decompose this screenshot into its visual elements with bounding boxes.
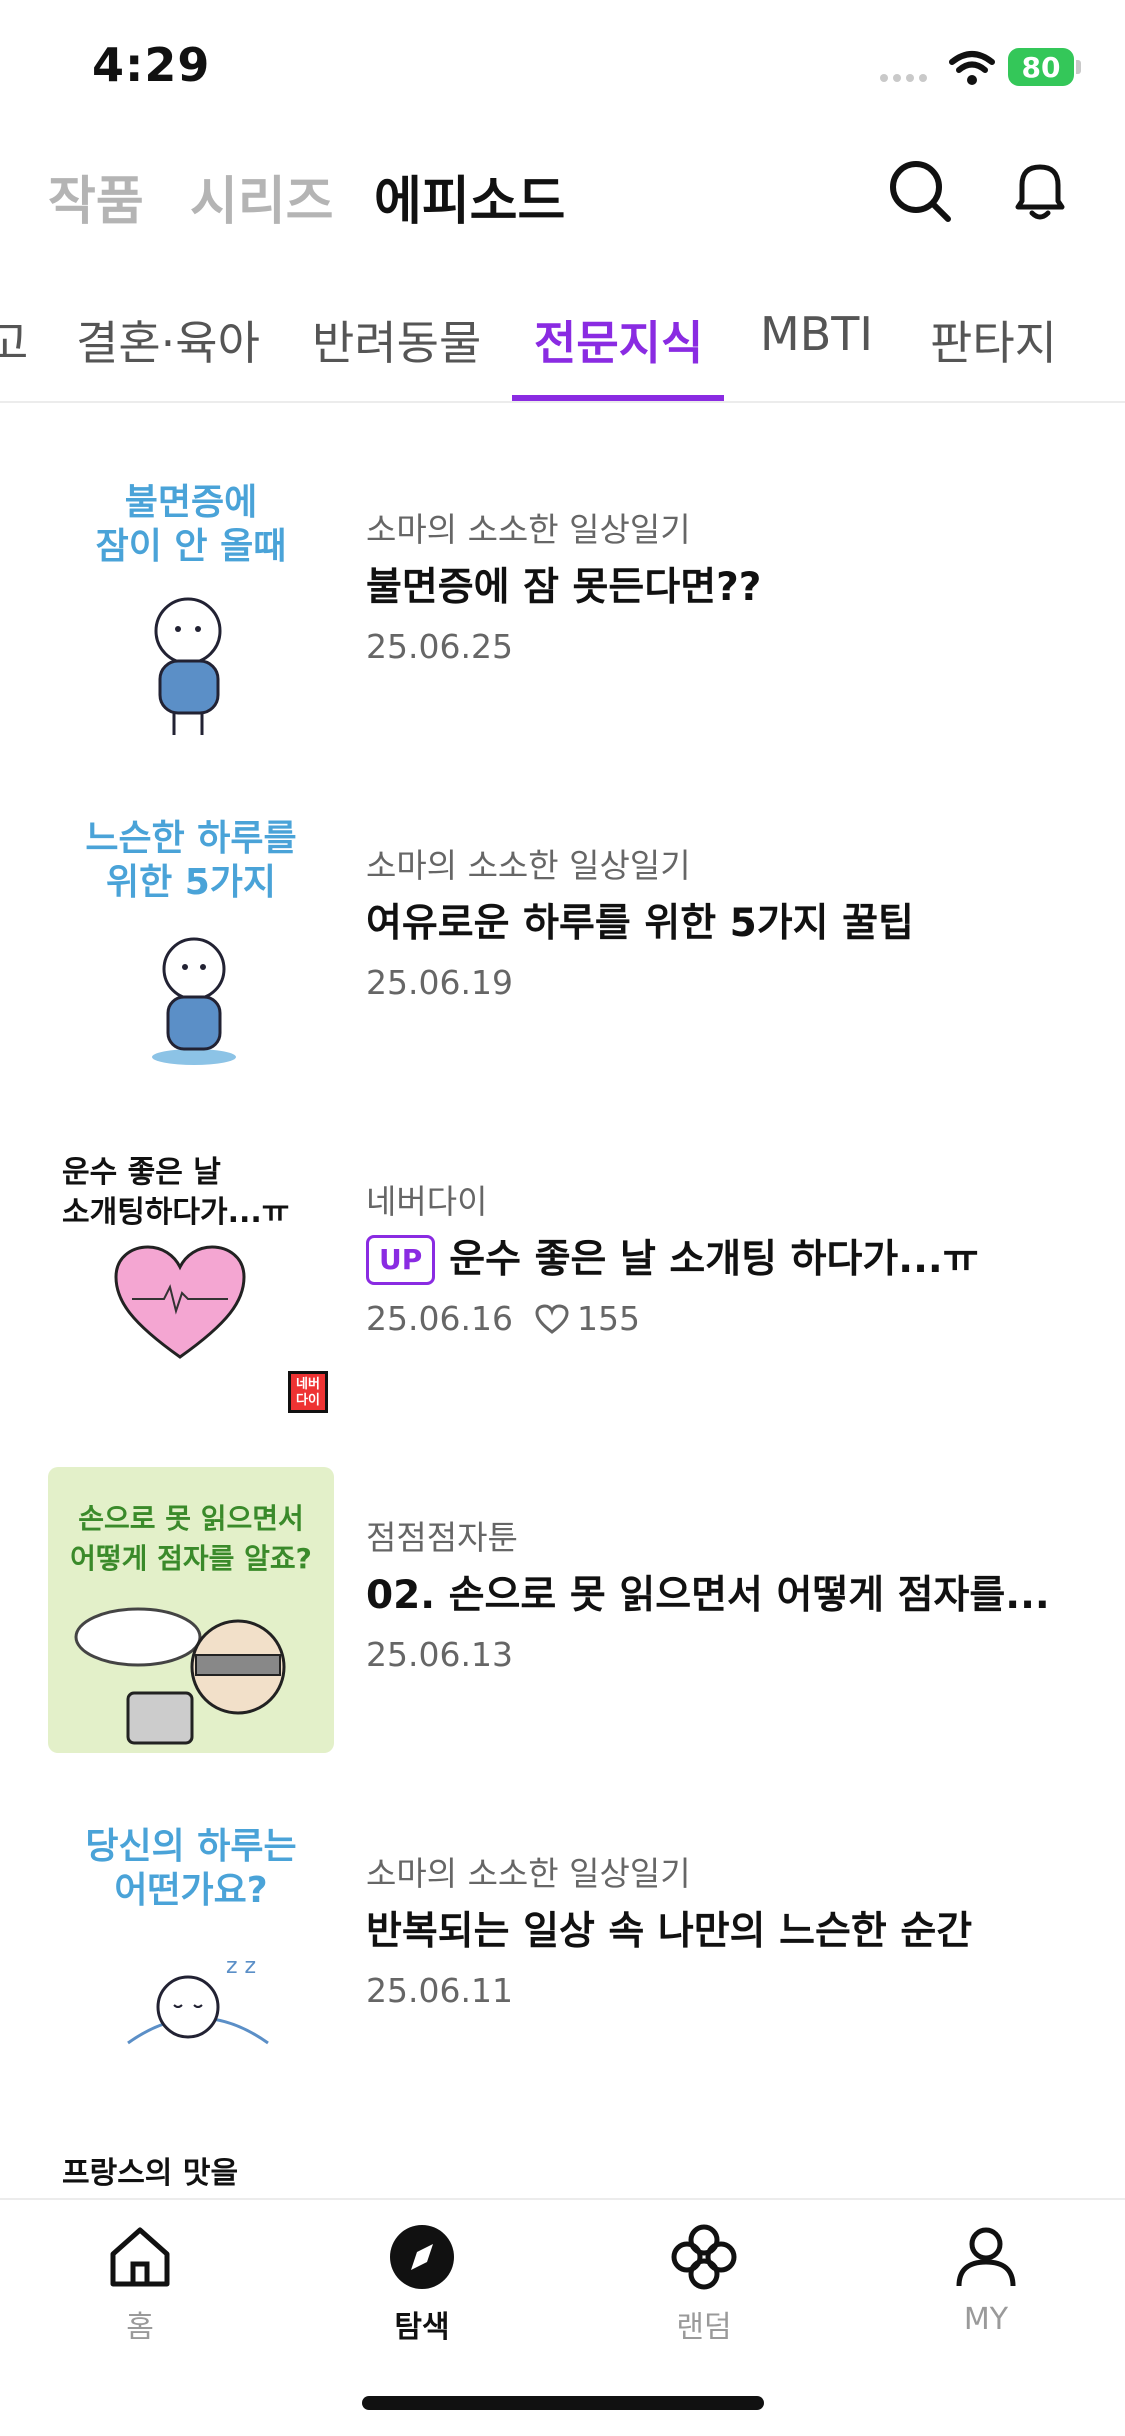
episode-date: 25.06.11 bbox=[366, 1971, 513, 2010]
search-icon[interactable] bbox=[884, 155, 956, 227]
episode-date: 25.06.13 bbox=[366, 1635, 513, 1674]
svg-text:z z: z z bbox=[226, 1954, 256, 1979]
episode-title: 02. 손으로 못 읽으면서 어떻게 점자를... bbox=[366, 1573, 1050, 1618]
status-time: 4:29 bbox=[92, 38, 211, 92]
thumbnail-caption: 손으로 못 읽으면서 어떻게 점자를 알죠? bbox=[70, 1502, 312, 1575]
publisher-stamp: 네버다이 bbox=[288, 1371, 328, 1413]
episode-thumbnail: 불면증에 잠이 안 올때 bbox=[48, 459, 334, 745]
character-illustration bbox=[74, 1607, 286, 1745]
like-count: 155 bbox=[535, 1293, 640, 1345]
episode-date: 25.06.25 bbox=[366, 627, 513, 666]
thumbnail-caption: 느슨한 하루를 위한 5가지 bbox=[85, 818, 297, 903]
header-tab-works[interactable]: 작품 bbox=[48, 159, 144, 234]
cellular-signal-icon bbox=[880, 74, 927, 82]
series-name: 소마의 소소한 일상일기 bbox=[366, 846, 691, 885]
episode-item[interactable]: 운수 좋은 날 소개팅하다가...ㅠ 네버다이 네버다이 UP 운수 좋은 날 … bbox=[0, 1075, 1125, 1413]
wifi-icon bbox=[949, 51, 995, 85]
episode-title: 운수 좋은 날 소개팅 하다가...ㅠ bbox=[449, 1237, 979, 1282]
thumbnail-caption: 운수 좋은 날 소개팅하다가...ㅠ bbox=[62, 1155, 290, 1230]
category-tab-marriage-parenting[interactable]: 결혼·육아 bbox=[76, 307, 260, 373]
like-count-value: 155 bbox=[576, 1299, 640, 1338]
app-header: 작품 시리즈 에피소드 bbox=[0, 135, 1125, 295]
header-tab-episodes[interactable]: 에피소드 bbox=[374, 159, 565, 234]
home-icon bbox=[110, 2227, 170, 2287]
thumbnail-caption: 당신의 하루는 어떤가요? bbox=[85, 1826, 297, 1911]
nav-my[interactable]: MY bbox=[916, 2222, 1056, 2337]
character-illustration bbox=[152, 937, 236, 1065]
episode-title: 여유로운 하루를 위한 5가지 꿀팁 bbox=[366, 901, 914, 946]
category-tabs: 고 결혼·육아 반려동물 전문지식 MBTI 판타지 bbox=[0, 295, 1125, 403]
episode-date: 25.06.16 bbox=[366, 1299, 513, 1338]
episode-item[interactable]: 손으로 못 읽으면서 어떻게 점자를 알죠? 점점점자툰 02. 손으로 못 읽… bbox=[0, 1411, 1125, 1753]
nav-explore-label: 탐색 bbox=[394, 2310, 450, 2345]
up-badge: UP bbox=[366, 1235, 436, 1285]
status-bar: 4:29 80 bbox=[0, 0, 1125, 135]
person-icon bbox=[956, 2227, 1016, 2287]
character-illustration bbox=[154, 597, 222, 735]
publisher-stamp-text: 네버다이 bbox=[296, 1377, 320, 1408]
episode-item[interactable]: 당신의 하루는 어떤가요? z z 소마의 소소한 일상일기 반복되는 일상 속… bbox=[0, 1747, 1125, 2083]
battery-cap bbox=[1076, 60, 1081, 74]
bell-icon[interactable] bbox=[1004, 155, 1076, 227]
category-tab-mbti[interactable]: MBTI bbox=[760, 307, 873, 361]
heart-icon bbox=[535, 1304, 569, 1334]
episode-title: 불면증에 잠 못든다면?? bbox=[366, 565, 762, 610]
nav-home-label: 홈 bbox=[126, 2310, 154, 2345]
home-indicator[interactable] bbox=[362, 2396, 764, 2410]
episode-thumbnail: 손으로 못 읽으면서 어떻게 점자를 알죠? bbox=[48, 1467, 334, 1753]
sleeping-character-illustration: z z bbox=[127, 1954, 269, 2045]
nav-my-label: MY bbox=[963, 2302, 1009, 2337]
battery-level: 80 bbox=[1021, 50, 1061, 84]
series-name: 네버다이 bbox=[366, 1182, 488, 1221]
episode-thumbnail: 당신의 하루는 어떤가요? z z bbox=[48, 1803, 334, 2089]
episode-title: 반복되는 일상 속 나만의 느슨한 순간 bbox=[366, 1909, 973, 1954]
episode-item[interactable]: 불면증에 잠이 안 올때 소마의 소소한 일상일기 불면증에 잠 못든다면?? … bbox=[0, 403, 1125, 739]
nav-random-label: 랜덤 bbox=[676, 2310, 732, 2345]
header-tab-series[interactable]: 시리즈 bbox=[190, 159, 334, 234]
nav-explore[interactable]: 탐색 bbox=[352, 2222, 492, 2346]
category-tab-pets[interactable]: 반려동물 bbox=[312, 307, 481, 373]
nav-home[interactable]: 홈 bbox=[70, 2222, 210, 2346]
active-tab-indicator bbox=[512, 395, 724, 401]
heart-illustration bbox=[114, 1245, 246, 1359]
nav-random[interactable]: 랜덤 bbox=[634, 2222, 774, 2346]
category-tab-fantasy[interactable]: 판타지 bbox=[930, 307, 1057, 373]
episode-thumbnail: 운수 좋은 날 소개팅하다가...ㅠ 네버다이 bbox=[48, 1131, 334, 1417]
episode-thumbnail: 느슨한 하루를 위한 5가지 bbox=[48, 795, 334, 1081]
thumbnail-caption: 불면증에 잠이 안 올때 bbox=[95, 482, 287, 567]
category-tab-partial[interactable]: 고 bbox=[0, 307, 28, 373]
next-item-thumbnail-caption: 프랑스의 맛을 bbox=[62, 2156, 239, 2191]
category-tab-expertise[interactable]: 전문지식 bbox=[534, 307, 703, 373]
series-name: 소마의 소소한 일상일기 bbox=[366, 510, 691, 549]
compass-icon bbox=[390, 2225, 454, 2289]
episode-date: 25.06.19 bbox=[366, 963, 513, 1002]
clover-icon bbox=[671, 2224, 737, 2290]
episode-item[interactable]: 느슨한 하루를 위한 5가지 소마의 소소한 일상일기 여유로운 하루를 위한 … bbox=[0, 739, 1125, 1075]
series-name: 점점점자툰 bbox=[366, 1518, 518, 1557]
battery-indicator: 80 bbox=[1008, 48, 1074, 86]
series-name: 소마의 소소한 일상일기 bbox=[366, 1854, 691, 1893]
